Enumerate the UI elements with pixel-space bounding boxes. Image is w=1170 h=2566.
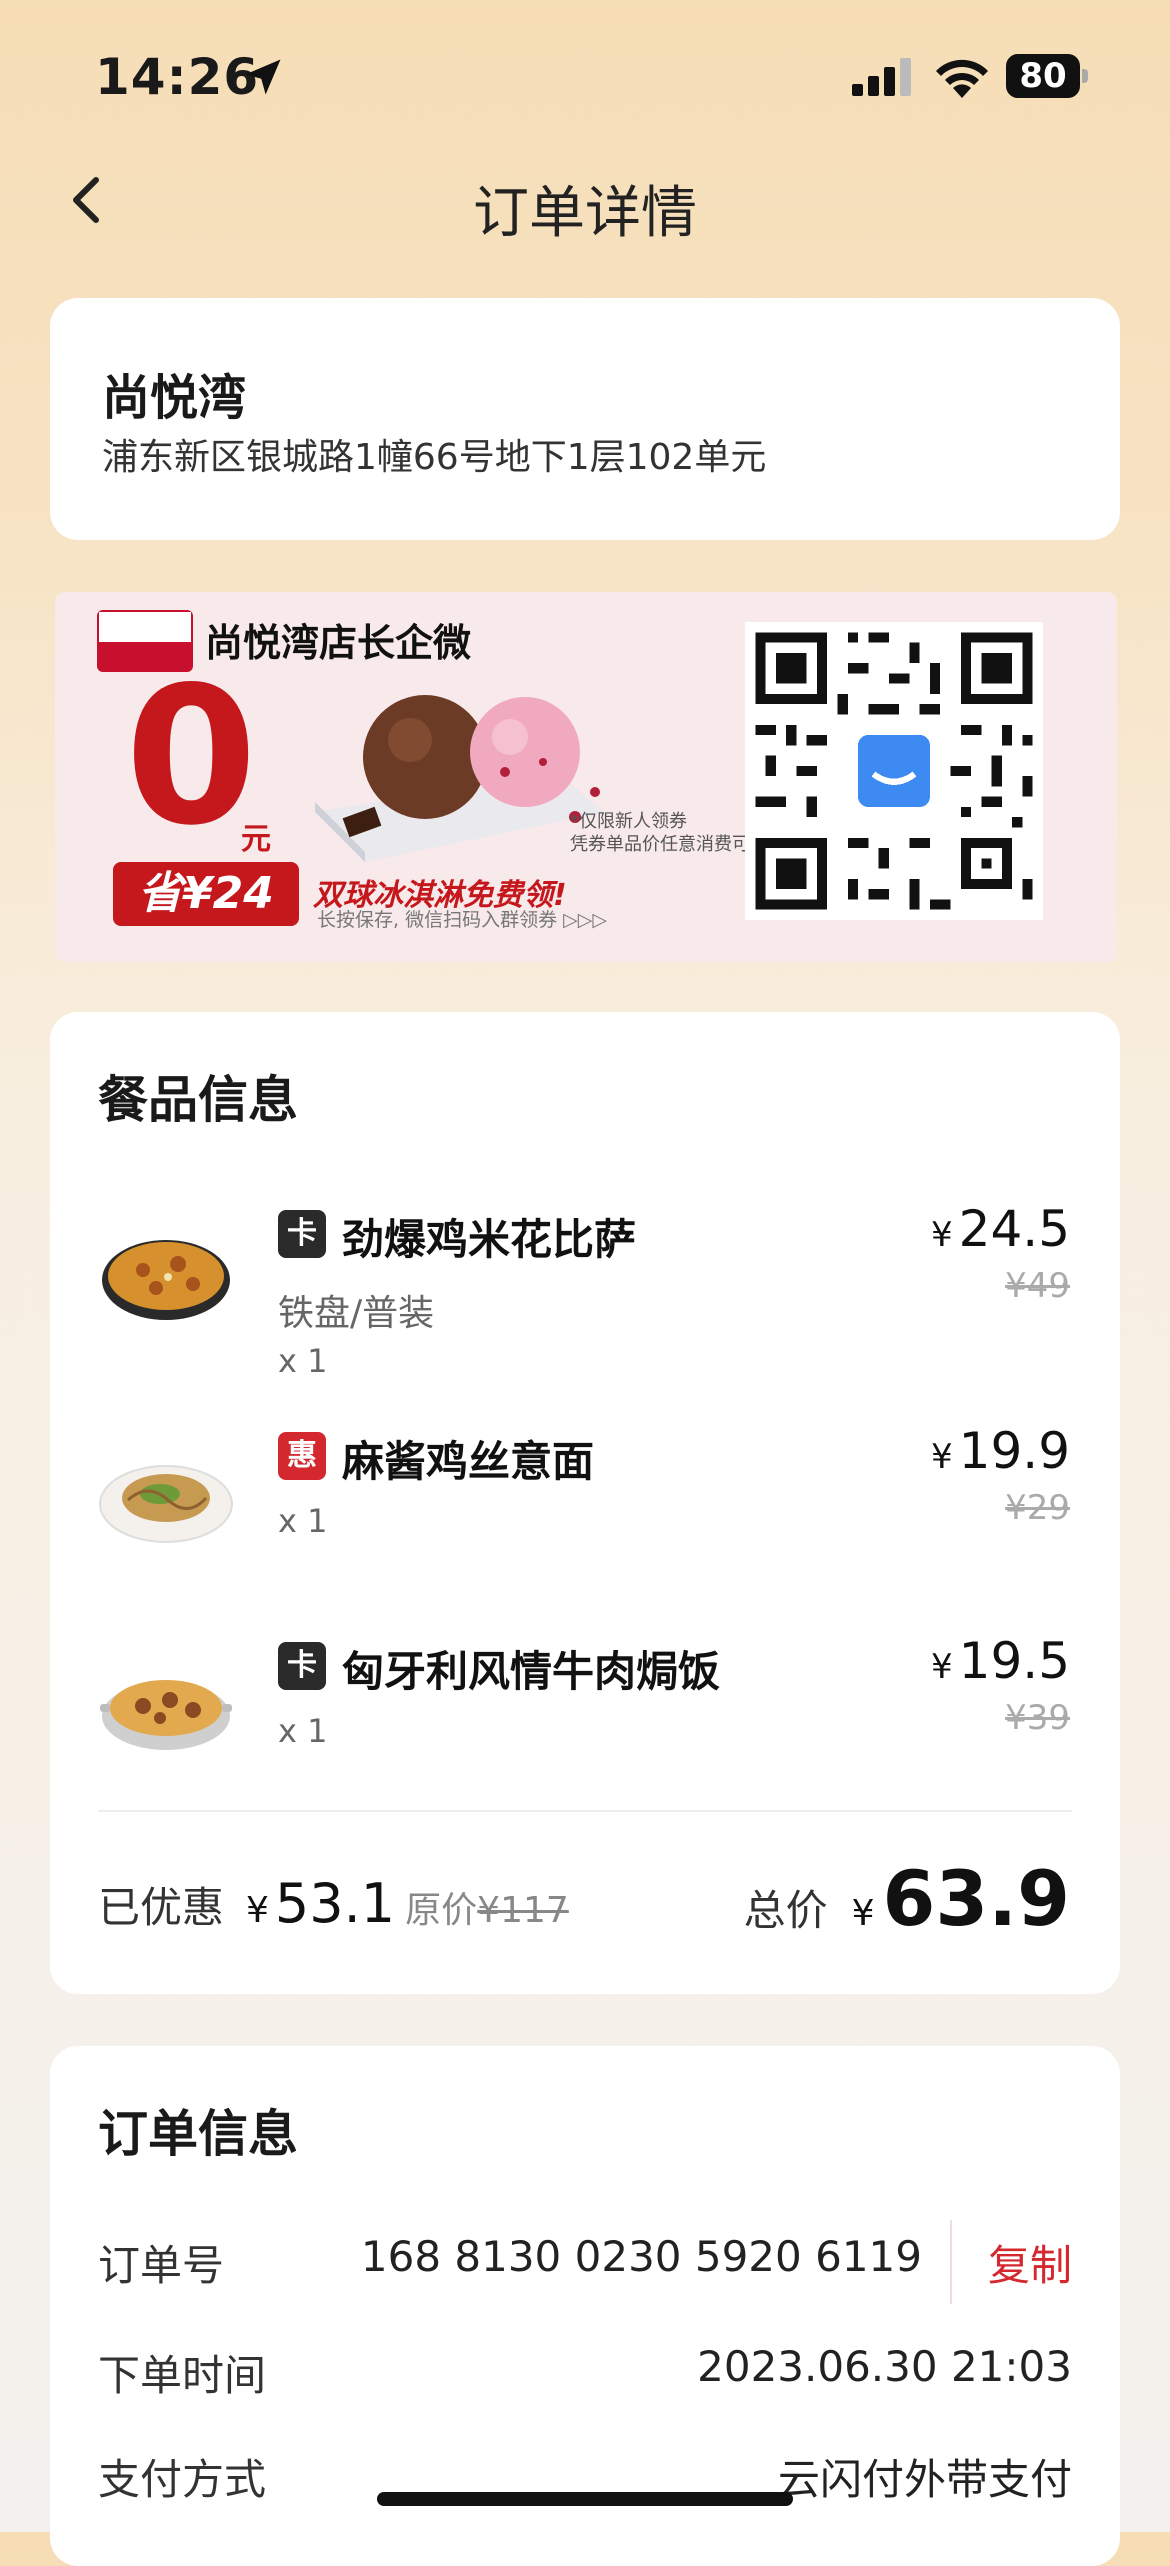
store-address: 浦东新区银城路1幢66号地下1层102单元 bbox=[102, 437, 767, 478]
status-time: 14:26 bbox=[95, 48, 260, 106]
store-card[interactable]: 尚悦湾 浦东新区银城路1幢66号地下1层102单元 bbox=[50, 298, 1120, 540]
item-price: ¥19.5 bbox=[931, 1632, 1070, 1690]
qr-code-icon[interactable] bbox=[745, 622, 1043, 920]
food-info-card: 餐品信息 卡 劲爆鸡米花比萨 铁盘/普装 x 1 ¥24.5 ¥49 惠 麻酱鸡… bbox=[50, 1012, 1120, 1994]
item-name: 麻酱鸡丝意面 bbox=[342, 1437, 595, 1486]
baked-rice-image bbox=[100, 1680, 232, 1750]
copy-button[interactable]: 复制 bbox=[988, 2232, 1072, 2293]
order-time-label: 下单时间 bbox=[98, 2351, 267, 2400]
item-price: ¥19.9 bbox=[931, 1422, 1070, 1480]
card-tag-badge: 卡 bbox=[278, 1210, 326, 1258]
item-name: 匈牙利风情牛肉焗饭 bbox=[342, 1647, 721, 1696]
order-number-value: 168 8130 0230 5920 6119 bbox=[360, 2232, 922, 2281]
order-number-label: 订单号 bbox=[98, 2241, 225, 2290]
promo-banner[interactable]: 尚悦湾店长企微 0 元 省¥24 *仅限新人领券 凭券单品价任意消费可 双球冰淇… bbox=[55, 592, 1117, 962]
payment-method-value: 云闪付外带支付 bbox=[777, 2455, 1072, 2504]
card-tag-badge: 卡 bbox=[278, 1642, 326, 1690]
store-name: 尚悦湾 bbox=[102, 370, 247, 426]
promo-subtext: 长按保存, 微信扫码入群领券 ▷▷▷ bbox=[317, 909, 607, 931]
total-amount: 63.9 bbox=[882, 1854, 1070, 1943]
home-indicator[interactable] bbox=[377, 2492, 793, 2506]
discount-amount: 53.1 bbox=[274, 1872, 396, 1935]
order-info-card: 订单信息 订单号 168 8130 0230 5920 6119 复制 下单时间… bbox=[50, 2046, 1120, 2566]
discount-tag-badge: 惠 bbox=[278, 1432, 326, 1480]
item-price: ¥24.5 bbox=[931, 1200, 1070, 1258]
pasta-image bbox=[99, 1465, 233, 1543]
item-spec: 铁盘/普装 bbox=[278, 1293, 435, 1334]
item-quantity: x 1 bbox=[278, 1502, 328, 1540]
promo-unit: 元 bbox=[241, 822, 271, 857]
item-original-price: ¥39 bbox=[1005, 1698, 1070, 1738]
food-section-title: 餐品信息 bbox=[98, 1071, 298, 1129]
page-title: 订单详情 bbox=[473, 181, 697, 246]
nav-bar: 订单详情 bbox=[0, 150, 1170, 250]
wifi-icon bbox=[936, 59, 988, 98]
item-quantity: x 1 bbox=[278, 1342, 328, 1380]
original-total-label: 原价 bbox=[405, 1890, 478, 1931]
payment-method-label: 支付方式 bbox=[98, 2455, 267, 2504]
total-label: 总价 bbox=[743, 1886, 828, 1935]
discount-summary: 已优惠 ¥53.1 原价¥117 bbox=[98, 1872, 569, 1935]
pizza-image bbox=[102, 1240, 230, 1320]
promo-note-2: 凭券单品价任意消费可 bbox=[570, 834, 750, 855]
battery-level: 80 bbox=[1006, 54, 1080, 98]
item-quantity: x 1 bbox=[278, 1712, 328, 1750]
order-time-value: 2023.06.30 21:03 bbox=[697, 2342, 1072, 2391]
promo-price: 0 bbox=[125, 646, 258, 867]
original-total: ¥117 bbox=[477, 1890, 569, 1931]
item-original-price: ¥49 bbox=[1005, 1266, 1070, 1306]
discount-label: 已优惠 bbox=[98, 1883, 225, 1932]
status-bar: 14:26 80 bbox=[0, 0, 1170, 150]
total-summary: 总价 ¥63.9 bbox=[743, 1854, 1070, 1943]
cellular-signal-icon bbox=[852, 58, 911, 96]
battery-icon: 80 bbox=[1006, 54, 1088, 98]
location-arrow-icon bbox=[245, 59, 281, 95]
divider bbox=[98, 1810, 1072, 1812]
divider bbox=[950, 2220, 952, 2304]
order-time-row: 下单时间 2023.06.30 21:03 bbox=[98, 2342, 1072, 2402]
save-badge: 省¥24 bbox=[113, 862, 299, 926]
item-name: 劲爆鸡米花比萨 bbox=[342, 1215, 637, 1264]
order-section-title: 订单信息 bbox=[98, 2105, 298, 2163]
order-number-row: 订单号 168 8130 0230 5920 6119 复制 bbox=[98, 2220, 1072, 2304]
item-original-price: ¥29 bbox=[1005, 1488, 1070, 1528]
